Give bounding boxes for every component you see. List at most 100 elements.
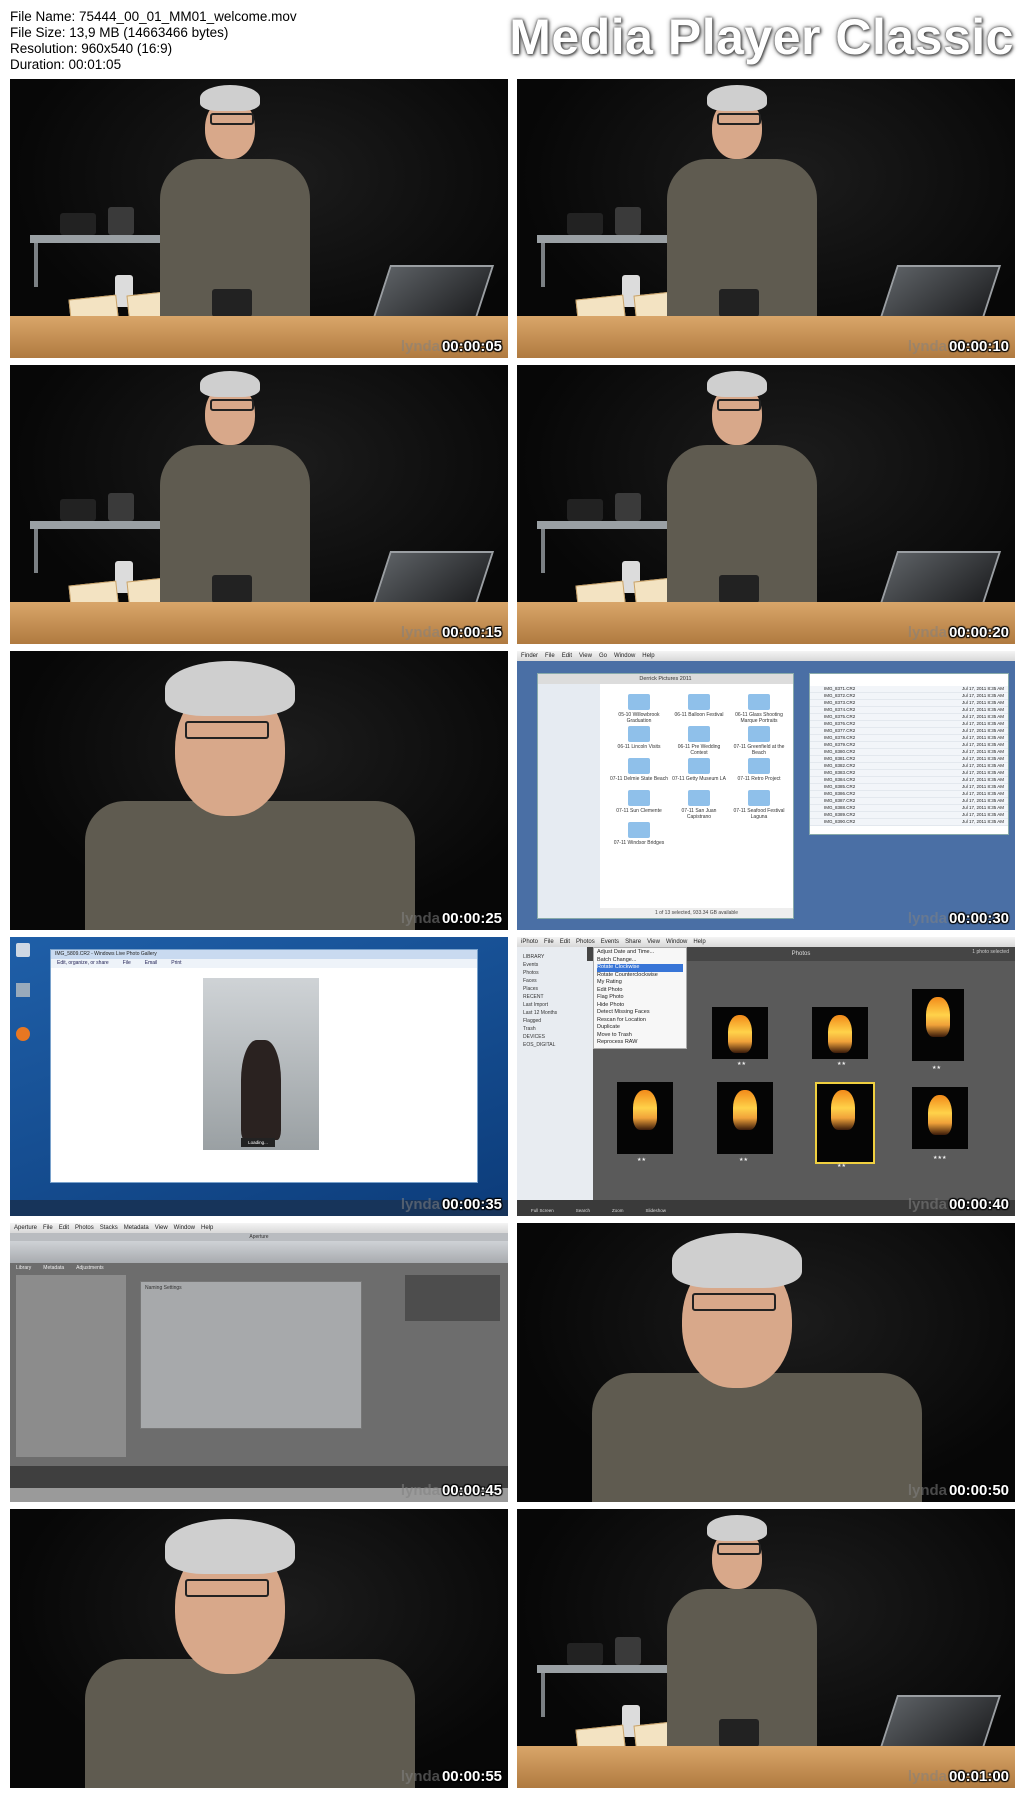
menu-edit[interactable]: Edit: [562, 653, 572, 659]
file-row[interactable]: IMG_8388.CR2 Jul 17, 2011 8:35 AM: [810, 805, 1008, 812]
menu-window[interactable]: Window: [614, 653, 635, 659]
toolbar-button[interactable]: Search: [576, 1208, 590, 1213]
folder-label[interactable]: 07-11 Greenfield at the Beach: [730, 744, 788, 756]
file-row[interactable]: IMG_8385.CR2 Jul 17, 2011 8:35 AM: [810, 784, 1008, 791]
folder-label[interactable]: 07-11 Seafood Festival Laguna: [730, 808, 788, 820]
file-row[interactable]: IMG_8386.CR2 Jul 17, 2011 8:35 AM: [810, 791, 1008, 798]
menu-item[interactable]: Rotate Counterclockwise: [597, 972, 683, 980]
firefox-icon[interactable]: [16, 1027, 30, 1041]
menu-item[interactable]: Rotate Clockwise: [597, 964, 683, 972]
shelf: [30, 235, 180, 243]
sidebar-item[interactable]: LIBRARY: [523, 953, 593, 961]
sidebar-item[interactable]: RECENT: [523, 993, 593, 1001]
toolbar-button[interactable]: Full Screen: [531, 1208, 554, 1213]
folder-label[interactable]: 06-11 Balloon Festival: [670, 712, 728, 718]
tab[interactable]: Metadata: [43, 1265, 64, 1271]
file-row[interactable]: IMG_8389.CR2 Jul 17, 2011 8:35 AM: [810, 812, 1008, 819]
recycle-bin-icon[interactable]: [16, 943, 30, 957]
folder-label[interactable]: 06-11 Lincoln Visits: [610, 744, 668, 750]
menu-item[interactable]: My Rating: [597, 979, 683, 987]
file-row[interactable]: IMG_8384.CR2 Jul 17, 2011 8:35 AM: [810, 777, 1008, 784]
menu-file[interactable]: File: [43, 1225, 53, 1231]
menu-aperture[interactable]: Aperture: [14, 1225, 37, 1231]
file-row[interactable]: IMG_8377.CR2 Jul 17, 2011 8:35 AM: [810, 728, 1008, 735]
watermark: lynda: [400, 910, 440, 927]
menu-help[interactable]: Help: [201, 1225, 213, 1231]
sidebar-item[interactable]: Trash: [523, 1025, 593, 1033]
menu-item[interactable]: Adjust Date and Time...: [597, 949, 683, 957]
menu-file[interactable]: File: [544, 939, 554, 945]
file-row[interactable]: IMG_8378.CR2 Jul 17, 2011 8:35 AM: [810, 735, 1008, 742]
folder-label[interactable]: 07-11 Getty Museum LA: [670, 776, 728, 782]
file-row[interactable]: IMG_8372.CR2 Jul 17, 2011 8:35 AM: [810, 693, 1008, 700]
menu-item[interactable]: Batch Change...: [597, 957, 683, 965]
tab[interactable]: Library: [16, 1265, 31, 1271]
menu-view[interactable]: View: [155, 1225, 168, 1231]
menu-photos[interactable]: Photos: [576, 939, 595, 945]
folder-label[interactable]: 05-10 Willowbrook Graduation: [610, 712, 668, 724]
toolbar-item[interactable]: Print: [171, 960, 181, 966]
toolbar-item[interactable]: File: [123, 960, 131, 966]
menu-edit[interactable]: Edit: [59, 1225, 69, 1231]
sidebar-item[interactable]: Events: [523, 961, 593, 969]
lightroom-icon[interactable]: [16, 983, 30, 997]
menu-item[interactable]: Move to Trash: [597, 1032, 683, 1040]
file-row[interactable]: IMG_8381.CR2 Jul 17, 2011 8:35 AM: [810, 756, 1008, 763]
menu-share[interactable]: Share: [625, 939, 641, 945]
menu-metadata[interactable]: Metadata: [124, 1225, 149, 1231]
folder-label[interactable]: 07-11 Windsor Bridges: [610, 840, 668, 846]
folder-label[interactable]: 07-11 Delmie State Beach: [610, 776, 668, 782]
folder-label[interactable]: 06-11 Pre Wedding Contest: [670, 744, 728, 756]
menu-view[interactable]: View: [579, 653, 592, 659]
menu-file[interactable]: File: [545, 653, 555, 659]
menu-help[interactable]: Help: [642, 653, 654, 659]
file-row[interactable]: IMG_8375.CR2 Jul 17, 2011 8:35 AM: [810, 714, 1008, 721]
file-row[interactable]: IMG_8371.CR2 Jul 17, 2011 8:35 AM: [810, 686, 1008, 693]
menu-item[interactable]: Flag Photo: [597, 994, 683, 1002]
file-row[interactable]: IMG_8379.CR2 Jul 17, 2011 8:35 AM: [810, 742, 1008, 749]
menu-item[interactable]: Detect Missing Faces: [597, 1009, 683, 1017]
file-row[interactable]: IMG_8380.CR2 Jul 17, 2011 8:35 AM: [810, 749, 1008, 756]
sidebar-item[interactable]: Places: [523, 985, 593, 993]
menu-edit[interactable]: Edit: [560, 939, 570, 945]
file-row[interactable]: IMG_8387.CR2 Jul 17, 2011 8:35 AM: [810, 798, 1008, 805]
folder-label[interactable]: 06-11 Glass Shooting Marque Portraits: [730, 712, 788, 724]
menu-finder[interactable]: Finder: [521, 653, 538, 659]
folder-label[interactable]: 07-11 Sun Clemente: [610, 808, 668, 814]
menu-view[interactable]: View: [647, 939, 660, 945]
sidebar-item[interactable]: Flagged: [523, 1017, 593, 1025]
menu-iphoto[interactable]: iPhoto: [521, 939, 538, 945]
file-name: IMG_8387.CR2: [824, 798, 856, 803]
menu-item[interactable]: Edit Photo: [597, 987, 683, 995]
file-row[interactable]: IMG_8390.CR2 Jul 17, 2011 8:35 AM: [810, 819, 1008, 826]
menu-item[interactable]: Hide Photo: [597, 1002, 683, 1010]
file-row[interactable]: IMG_8376.CR2 Jul 17, 2011 8:35 AM: [810, 721, 1008, 728]
menu-item[interactable]: Duplicate: [597, 1024, 683, 1032]
file-row[interactable]: IMG_8383.CR2 Jul 17, 2011 8:35 AM: [810, 770, 1008, 777]
folder-label[interactable]: 07-11 Retro Project: [730, 776, 788, 782]
sidebar-item[interactable]: Photos: [523, 969, 593, 977]
file-row[interactable]: IMG_8373.CR2 Jul 17, 2011 8:35 AM: [810, 700, 1008, 707]
sidebar-item[interactable]: EOS_DIGITAL: [523, 1041, 593, 1049]
sidebar-item[interactable]: DEVICES: [523, 1033, 593, 1041]
menu-events[interactable]: Events: [601, 939, 619, 945]
toolbar-button[interactable]: Zoom: [612, 1208, 624, 1213]
toolbar-item[interactable]: Edit, organize, or share: [57, 960, 109, 966]
toolbar-button[interactable]: Slideshow: [646, 1208, 667, 1213]
menu-item[interactable]: Reprocess RAW: [597, 1039, 683, 1047]
tab[interactable]: Adjustments: [76, 1265, 104, 1271]
menu-help[interactable]: Help: [693, 939, 705, 945]
menu-photos[interactable]: Photos: [75, 1225, 94, 1231]
menu-window[interactable]: Window: [666, 939, 687, 945]
sidebar-item[interactable]: Last Import: [523, 1001, 593, 1009]
sidebar-item[interactable]: Last 12 Months: [523, 1009, 593, 1017]
menu-window[interactable]: Window: [174, 1225, 195, 1231]
menu-item[interactable]: Rescan for Location: [597, 1017, 683, 1025]
file-row[interactable]: IMG_8382.CR2 Jul 17, 2011 8:35 AM: [810, 763, 1008, 770]
sidebar-item[interactable]: Faces: [523, 977, 593, 985]
toolbar-item[interactable]: Email: [145, 960, 158, 966]
menu-stacks[interactable]: Stacks: [100, 1225, 118, 1231]
file-row[interactable]: IMG_8374.CR2 Jul 17, 2011 8:35 AM: [810, 707, 1008, 714]
menu-go[interactable]: Go: [599, 653, 607, 659]
folder-label[interactable]: 07-11 San Juan Capistrano: [670, 808, 728, 820]
